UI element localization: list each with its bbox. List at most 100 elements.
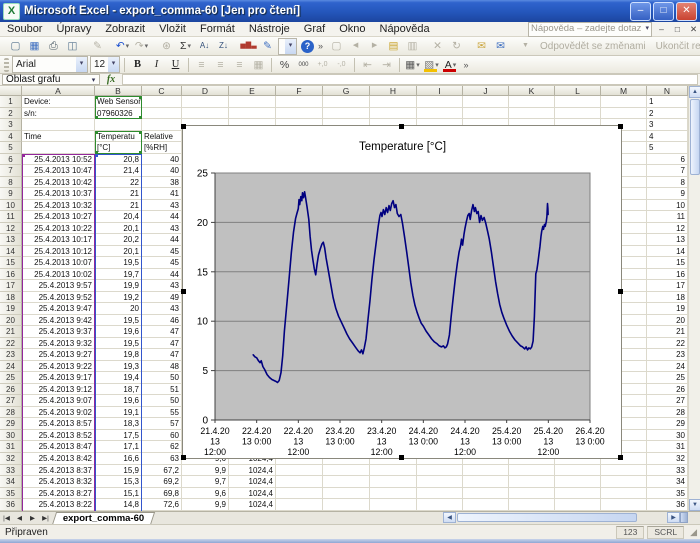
- cell-B36[interactable]: 14,8: [95, 499, 142, 511]
- workbook-close-button[interactable]: ✕: [687, 23, 700, 36]
- formula-input[interactable]: [122, 74, 698, 85]
- cell-C25[interactable]: 50: [142, 372, 182, 384]
- cell-C29[interactable]: 57: [142, 418, 182, 430]
- cell-N22[interactable]: 22: [647, 338, 688, 350]
- cell-A34[interactable]: 25.4.2013 8:32: [22, 476, 95, 488]
- cell-K35[interactable]: [509, 488, 555, 500]
- workbook-restore-button[interactable]: □: [671, 23, 684, 36]
- cell-I34[interactable]: [417, 476, 463, 488]
- cell-C35[interactable]: 69,8: [142, 488, 182, 500]
- chevron-down-icon[interactable]: ▾: [416, 61, 420, 69]
- cell-B21[interactable]: 19,6: [95, 326, 142, 338]
- cell-C32[interactable]: 63: [142, 453, 182, 465]
- cell-G1[interactable]: [323, 96, 370, 108]
- column-header-E[interactable]: E: [229, 86, 276, 96]
- filter-changes-icon[interactable]: ▼: [516, 38, 535, 54]
- menu-item-0[interactable]: Soubor: [0, 23, 49, 35]
- cell-C36[interactable]: 72,6: [142, 499, 182, 511]
- cell-M34[interactable]: [601, 476, 647, 488]
- column-header-A[interactable]: A: [22, 86, 95, 96]
- decrease-indent-button[interactable]: ⇤: [358, 57, 377, 73]
- cell-I1[interactable]: [417, 96, 463, 108]
- cell-N1[interactable]: 1: [647, 96, 688, 108]
- cell-C7[interactable]: 40: [142, 165, 182, 177]
- column-header-N[interactable]: N: [647, 86, 688, 96]
- cell-K34[interactable]: [509, 476, 555, 488]
- row-header-2[interactable]: 2: [0, 108, 22, 120]
- cell-A29[interactable]: 25.4.2013 8:57: [22, 418, 95, 430]
- cell-M33[interactable]: [601, 465, 647, 477]
- cell-A6[interactable]: 25.4.2013 10:52: [22, 154, 95, 166]
- row-header-6[interactable]: 6: [0, 154, 22, 166]
- cell-A18[interactable]: 25.4.2013 9:52: [22, 292, 95, 304]
- cell-N34[interactable]: 34: [647, 476, 688, 488]
- cell-C1[interactable]: [142, 96, 182, 108]
- cell-A14[interactable]: 25.4.2013 10:12: [22, 246, 95, 258]
- chart-handle-nw[interactable]: [181, 124, 186, 129]
- cell-A33[interactable]: 25.4.2013 8:37: [22, 465, 95, 477]
- row-header-1[interactable]: 1: [0, 96, 22, 108]
- cell-J1[interactable]: [463, 96, 509, 108]
- show-all-comments-icon[interactable]: ▥: [403, 38, 422, 54]
- cell-C8[interactable]: 38: [142, 177, 182, 189]
- cell-B7[interactable]: 21,4: [95, 165, 142, 177]
- cell-B26[interactable]: 18,7: [95, 384, 142, 396]
- cell-A11[interactable]: 25.4.2013 10:27: [22, 211, 95, 223]
- cell-J34[interactable]: [463, 476, 509, 488]
- row-header-31[interactable]: 31: [0, 441, 22, 453]
- row-header-11[interactable]: 11: [0, 211, 22, 223]
- underline-button[interactable]: U: [166, 57, 185, 73]
- cell-A25[interactable]: 25.4.2013 9:17: [22, 372, 95, 384]
- vertical-scroll-thumb[interactable]: [690, 99, 700, 175]
- cell-L36[interactable]: [555, 499, 601, 511]
- cell-C6[interactable]: 40: [142, 154, 182, 166]
- cell-N14[interactable]: 14: [647, 246, 688, 258]
- undo-icon[interactable]: ↶▾: [113, 38, 132, 54]
- chevron-down-icon[interactable]: ▾: [435, 61, 439, 69]
- toolbar-options-chevron[interactable]: »: [461, 60, 471, 70]
- cell-N9[interactable]: 9: [647, 188, 688, 200]
- cell-N28[interactable]: 28: [647, 407, 688, 419]
- row-header-19[interactable]: 19: [0, 303, 22, 315]
- cell-N36[interactable]: 36: [647, 499, 688, 511]
- row-header-10[interactable]: 10: [0, 200, 22, 212]
- row-header-5[interactable]: 5: [0, 142, 22, 154]
- cell-N4[interactable]: 4: [647, 131, 688, 143]
- cell-C31[interactable]: 62: [142, 441, 182, 453]
- drawing-icon[interactable]: ✎: [258, 38, 277, 54]
- cell-B13[interactable]: 20,2: [95, 234, 142, 246]
- cell-B28[interactable]: 19,1: [95, 407, 142, 419]
- cell-C30[interactable]: 60: [142, 430, 182, 442]
- cell-K36[interactable]: [509, 499, 555, 511]
- row-header-30[interactable]: 30: [0, 430, 22, 442]
- cell-A24[interactable]: 25.4.2013 9:22: [22, 361, 95, 373]
- scroll-up-icon[interactable]: ▲: [689, 86, 700, 98]
- cell-M35[interactable]: [601, 488, 647, 500]
- font-color-icon[interactable]: A▾: [441, 57, 460, 73]
- cell-N24[interactable]: 24: [647, 361, 688, 373]
- save-icon[interactable]: ▦: [25, 38, 44, 54]
- cell-B22[interactable]: 19,5: [95, 338, 142, 350]
- cell-N16[interactable]: 16: [647, 269, 688, 281]
- cell-B35[interactable]: 15,1: [95, 488, 142, 500]
- cell-N5[interactable]: 5: [647, 142, 688, 154]
- cell-I2[interactable]: [417, 108, 463, 120]
- tab-split-handle[interactable]: [680, 512, 688, 523]
- column-header-M[interactable]: M: [601, 86, 647, 96]
- name-box[interactable]: Oblast grafu ▾: [2, 74, 100, 85]
- cell-A28[interactable]: 25.4.2013 9:02: [22, 407, 95, 419]
- comma-style-button[interactable]: 000: [294, 57, 313, 73]
- cell-B15[interactable]: 19,5: [95, 257, 142, 269]
- menu-item-5[interactable]: Nástroje: [242, 23, 297, 35]
- cell-G35[interactable]: [323, 488, 370, 500]
- cell-C27[interactable]: 50: [142, 395, 182, 407]
- cell-A13[interactable]: 25.4.2013 10:17: [22, 234, 95, 246]
- cell-N12[interactable]: 12: [647, 223, 688, 235]
- decrease-decimal-button[interactable]: -,0: [332, 57, 351, 73]
- column-header-K[interactable]: K: [509, 86, 555, 96]
- cell-H34[interactable]: [370, 476, 417, 488]
- cell-N19[interactable]: 19: [647, 303, 688, 315]
- cell-N31[interactable]: 31: [647, 441, 688, 453]
- cell-A16[interactable]: 25.4.2013 10:02: [22, 269, 95, 281]
- print-preview-icon[interactable]: ◫: [63, 38, 82, 54]
